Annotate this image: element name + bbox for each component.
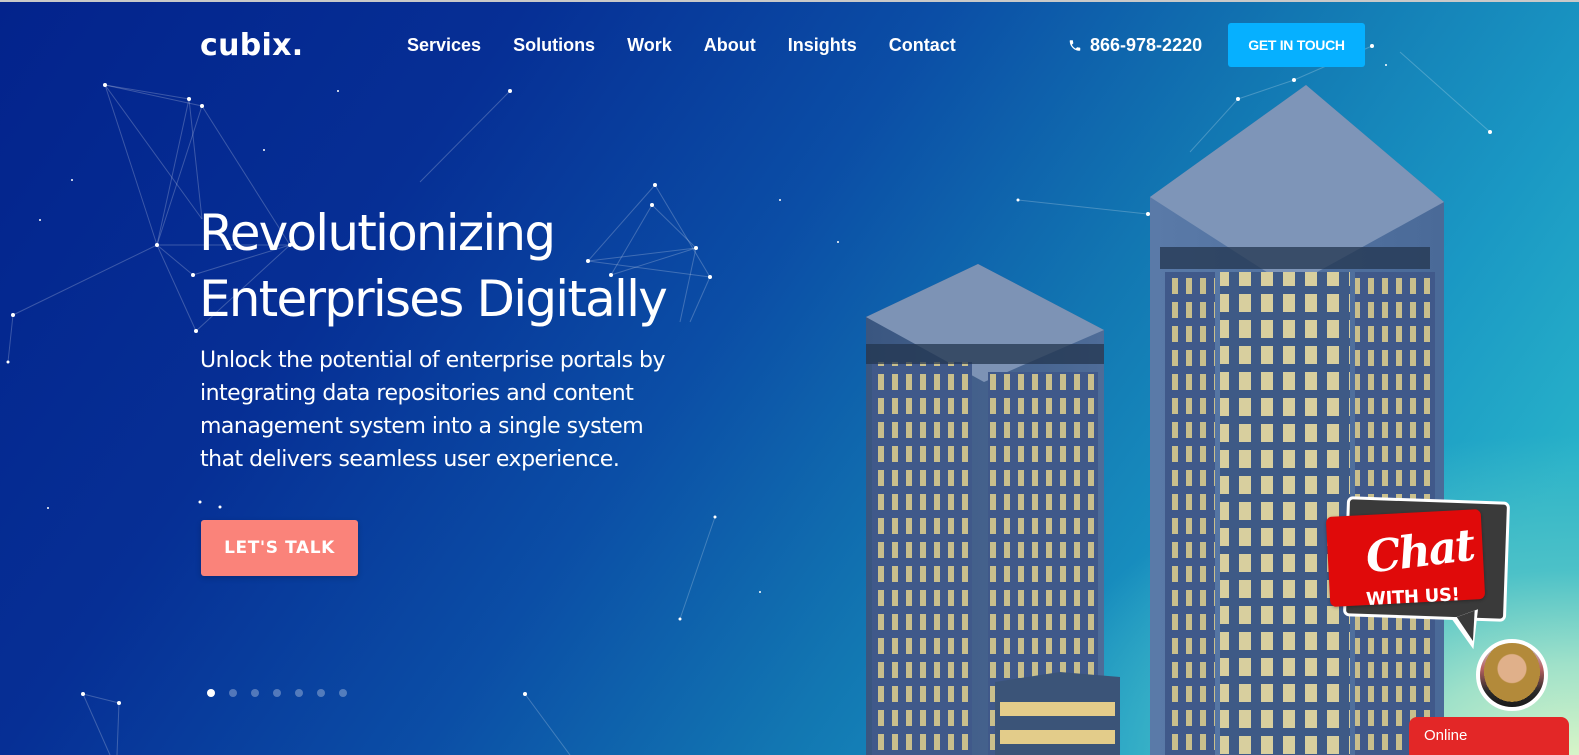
slider-dot-3[interactable] bbox=[251, 689, 259, 697]
slider-dot-6[interactable] bbox=[317, 689, 325, 697]
slider-dot-2[interactable] bbox=[229, 689, 237, 697]
nav-about[interactable]: About bbox=[704, 35, 756, 56]
nav-insights[interactable]: Insights bbox=[788, 35, 857, 56]
get-in-touch-button[interactable]: GET IN TOUCH bbox=[1228, 23, 1365, 67]
chat-status: Online bbox=[1424, 727, 1468, 744]
nav-contact[interactable]: Contact bbox=[889, 35, 956, 56]
phone-number: 866-978-2220 bbox=[1090, 35, 1203, 55]
chat-widget[interactable]: Chat WITH US! Online bbox=[1325, 495, 1579, 755]
hero-subtext: Unlock the potential of enterprise porta… bbox=[200, 344, 720, 476]
nav-work[interactable]: Work bbox=[627, 35, 672, 56]
hero-section: cubix. Services Solutions Work About Ins… bbox=[0, 2, 1579, 755]
chat-bubble[interactable]: Chat WITH US! bbox=[1325, 509, 1486, 610]
nav-solutions[interactable]: Solutions bbox=[513, 35, 595, 56]
phone-link[interactable]: 866-978-2220 bbox=[1068, 35, 1202, 56]
headline-line-1: Revolutionizing bbox=[199, 204, 556, 262]
subtext-line-4: that delivers seamless user experience. bbox=[200, 447, 620, 472]
browser-top-border bbox=[0, 0, 1579, 2]
headline-line-2: Enterprises Digitally bbox=[199, 270, 668, 328]
subtext-line-1: Unlock the potential of enterprise porta… bbox=[200, 348, 666, 373]
agent-avatar[interactable] bbox=[1476, 639, 1548, 711]
lets-talk-button[interactable]: LET'S TALK bbox=[201, 520, 358, 576]
subtext-line-3: management system into a single system bbox=[200, 414, 644, 439]
phone-icon bbox=[1069, 40, 1081, 51]
chat-title: Chat bbox=[1362, 519, 1477, 584]
slider-dot-4[interactable] bbox=[273, 689, 281, 697]
nav-services[interactable]: Services bbox=[407, 35, 481, 56]
hero-headline: Revolutionizing Enterprises Digitally bbox=[199, 200, 799, 332]
slider-dot-5[interactable] bbox=[295, 689, 303, 697]
slider-pagination bbox=[207, 689, 361, 697]
slider-dot-1[interactable] bbox=[207, 689, 215, 697]
chat-online-tab[interactable]: Online bbox=[1409, 717, 1569, 755]
subtext-line-2: integrating data repositories and conten… bbox=[200, 381, 634, 406]
logo[interactable]: cubix. bbox=[200, 28, 303, 63]
main-nav: Services Solutions Work About Insights C… bbox=[407, 35, 988, 56]
slider-dot-7[interactable] bbox=[339, 689, 347, 697]
